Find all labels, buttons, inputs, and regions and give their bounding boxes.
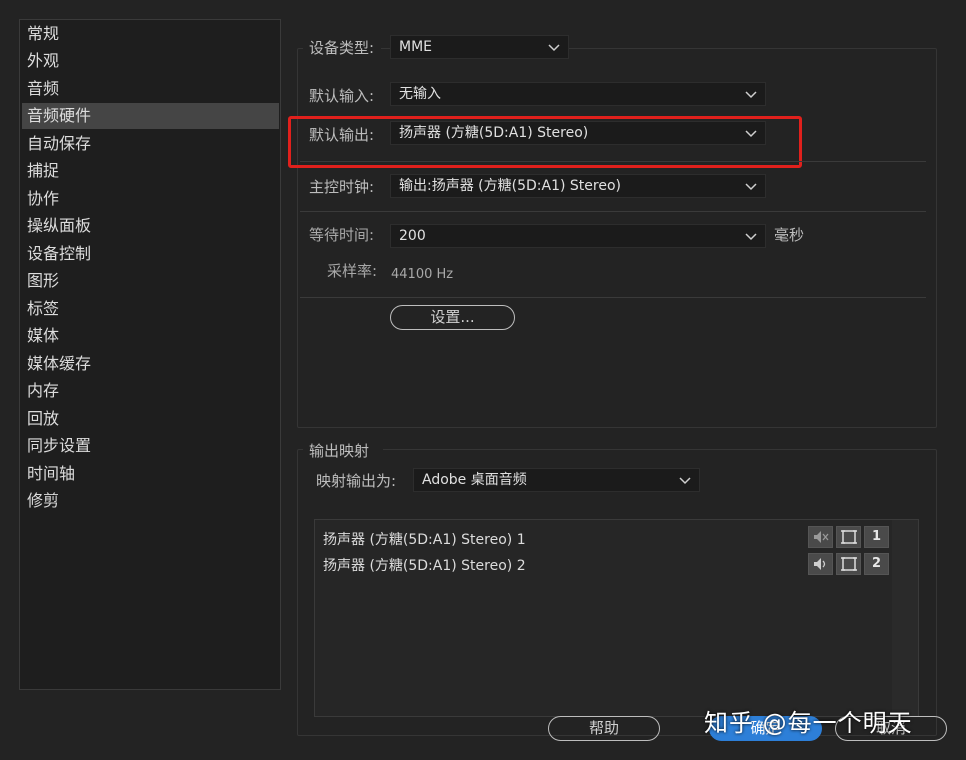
latency-unit: 毫秒 bbox=[774, 226, 805, 244]
map-output-label: 映射输出为: bbox=[316, 472, 397, 490]
device-type-label: 设备类型: bbox=[309, 39, 375, 57]
divider bbox=[300, 161, 926, 162]
help-button[interactable]: 帮助 bbox=[548, 716, 660, 741]
chevron-down-icon bbox=[548, 36, 560, 58]
sidebar-item-general[interactable]: 常规 bbox=[22, 21, 279, 47]
chevron-down-icon bbox=[745, 83, 757, 105]
list-item[interactable]: 扬声器 (方糖(5D:A1) Stereo) 1 bbox=[323, 529, 526, 549]
sample-rate-label: 采样率: bbox=[327, 262, 378, 280]
map-output-value: Adobe 桌面音频 bbox=[422, 472, 527, 488]
master-clock-label: 主控时钟: bbox=[309, 178, 375, 196]
default-input-value: 无输入 bbox=[399, 86, 441, 102]
sidebar-item-labels[interactable]: 标签 bbox=[22, 296, 279, 322]
output-map-title: 输出映射 bbox=[309, 442, 370, 460]
channel-number-badge: 2 bbox=[864, 553, 889, 575]
sidebar-item-sync-settings[interactable]: 同步设置 bbox=[22, 433, 279, 459]
watermark-text: 知乎 @每一个明天 bbox=[704, 709, 913, 737]
divider bbox=[300, 297, 926, 298]
sidebar-item-audio-hardware[interactable]: 音频硬件 bbox=[22, 103, 279, 129]
sidebar-item-appearance[interactable]: 外观 bbox=[22, 48, 279, 74]
sidebar-item-timeline[interactable]: 时间轴 bbox=[22, 461, 279, 487]
latency-value: 200 bbox=[399, 228, 426, 244]
divider bbox=[300, 211, 926, 212]
preferences-sidebar: 常规 外观 音频 音频硬件 自动保存 捕捉 协作 操纵面板 设备控制 图形 标签… bbox=[19, 19, 281, 690]
sidebar-item-media-cache[interactable]: 媒体缓存 bbox=[22, 351, 279, 377]
chevron-down-icon bbox=[745, 175, 757, 197]
chevron-down-icon bbox=[745, 225, 757, 247]
channel-frame-icon[interactable] bbox=[836, 553, 861, 575]
sidebar-item-media[interactable]: 媒体 bbox=[22, 323, 279, 349]
sidebar-item-capture[interactable]: 捕捉 bbox=[22, 158, 279, 184]
device-type-dropdown[interactable]: MME bbox=[390, 35, 569, 59]
sidebar-item-collaboration[interactable]: 协作 bbox=[22, 186, 279, 212]
master-clock-value: 输出:扬声器 (方糖(5D:A1) Stereo) bbox=[399, 178, 621, 194]
speaker-muted-icon[interactable] bbox=[808, 526, 833, 548]
map-output-dropdown[interactable]: Adobe 桌面音频 bbox=[413, 468, 700, 492]
sidebar-item-control-surface[interactable]: 操纵面板 bbox=[22, 213, 279, 239]
sidebar-item-device-control[interactable]: 设备控制 bbox=[22, 241, 279, 267]
sample-rate-value: 44100 Hz bbox=[391, 267, 454, 282]
sidebar-item-playback[interactable]: 回放 bbox=[22, 406, 279, 432]
channel-frame-icon[interactable] bbox=[836, 526, 861, 548]
speaker-icon[interactable] bbox=[808, 553, 833, 575]
sidebar-item-graphics[interactable]: 图形 bbox=[22, 268, 279, 294]
sidebar-item-memory[interactable]: 内存 bbox=[22, 378, 279, 404]
latency-dropdown[interactable]: 200 bbox=[390, 224, 766, 248]
channel-number-badge: 1 bbox=[864, 526, 889, 548]
chevron-down-icon bbox=[679, 469, 691, 491]
settings-button[interactable]: 设置... bbox=[390, 305, 515, 330]
sidebar-item-auto-save[interactable]: 自动保存 bbox=[22, 131, 279, 157]
output-map-list[interactable]: 扬声器 (方糖(5D:A1) Stereo) 1 扬声器 (方糖(5D:A1) … bbox=[314, 519, 919, 717]
sidebar-item-audio[interactable]: 音频 bbox=[22, 76, 279, 102]
device-type-value: MME bbox=[399, 39, 433, 55]
default-input-label: 默认输入: bbox=[309, 87, 375, 105]
default-input-dropdown[interactable]: 无输入 bbox=[390, 82, 766, 106]
master-clock-dropdown[interactable]: 输出:扬声器 (方糖(5D:A1) Stereo) bbox=[390, 174, 766, 198]
latency-label: 等待时间: bbox=[309, 226, 375, 244]
scrollbar[interactable] bbox=[892, 520, 918, 716]
list-item[interactable]: 扬声器 (方糖(5D:A1) Stereo) 2 bbox=[323, 555, 526, 575]
sidebar-item-trim[interactable]: 修剪 bbox=[22, 488, 279, 514]
